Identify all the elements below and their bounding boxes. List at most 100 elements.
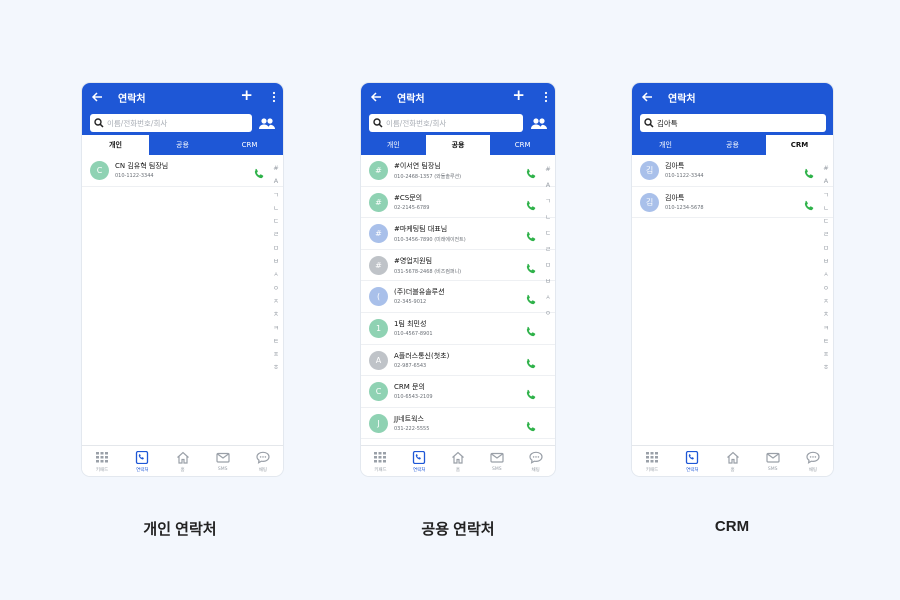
index-letter[interactable]: ㅍ: [273, 349, 279, 360]
contact-row[interactable]: C CRM 문의 010-6543-2109: [361, 376, 555, 408]
nav-item-chat[interactable]: 채팅: [516, 446, 555, 476]
back-arrow-icon[interactable]: [90, 90, 104, 104]
index-letter[interactable]: ㅁ: [545, 261, 551, 269]
index-letter[interactable]: ㄷ: [823, 216, 829, 227]
index-letter[interactable]: #: [545, 165, 550, 173]
index-letter[interactable]: ㄷ: [545, 229, 551, 237]
alphabet-index[interactable]: # A ㄱㄴㄷㄹㅁㅂㅅㅇ: [541, 155, 555, 445]
more-menu-icon[interactable]: [271, 91, 277, 103]
index-letter[interactable]: ㅌ: [273, 336, 279, 347]
index-letter[interactable]: ㄱ: [545, 197, 551, 205]
nav-item-keypad[interactable]: 키패드: [361, 446, 400, 476]
index-letter[interactable]: #: [273, 163, 278, 174]
call-icon[interactable]: [525, 291, 537, 305]
index-letter[interactable]: ㄹ: [823, 229, 829, 240]
add-contact-button[interactable]: +: [512, 88, 525, 103]
index-letter[interactable]: ㅈ: [823, 296, 829, 307]
index-letter[interactable]: ㅍ: [823, 349, 829, 360]
call-icon[interactable]: [803, 197, 815, 210]
contact-row[interactable]: # #CS문의 02-2145-6789: [361, 187, 555, 219]
index-letter[interactable]: ㅂ: [545, 277, 551, 285]
tab-personal[interactable]: 개인: [82, 135, 149, 155]
index-letter[interactable]: ㅈ: [273, 296, 279, 307]
tab-crm[interactable]: CRM: [766, 135, 833, 155]
group-contacts-icon[interactable]: [531, 117, 547, 130]
contact-row[interactable]: # #영업지원팀 031-5678-2468 (비즈컴퍼니): [361, 250, 555, 282]
contact-row[interactable]: C CN 김유혁 팀장님 010-1122-3344: [82, 155, 283, 187]
index-letter[interactable]: ㄷ: [273, 216, 279, 227]
index-letter[interactable]: A: [824, 176, 828, 187]
index-letter[interactable]: ㄴ: [273, 203, 279, 214]
contact-row[interactable]: J JJ네트웍스 031-222-5555: [361, 408, 555, 440]
index-letter[interactable]: ㄱ: [273, 190, 279, 201]
index-letter[interactable]: #: [823, 163, 828, 174]
contact-row[interactable]: 김 김아특 010-1122-3344: [632, 155, 833, 187]
index-letter[interactable]: ㅂ: [273, 256, 279, 267]
contact-row[interactable]: ((주)더블유솔루션 02-345-9012: [361, 281, 555, 313]
nav-item-home[interactable]: 홈: [439, 446, 478, 476]
index-letter[interactable]: ㅇ: [545, 309, 551, 317]
call-icon[interactable]: [525, 418, 537, 431]
index-letter[interactable]: ㅁ: [273, 243, 279, 254]
nav-item-contacts[interactable]: 연락처: [122, 446, 162, 476]
search-input[interactable]: [657, 114, 787, 132]
index-letter[interactable]: ㅌ: [823, 336, 829, 347]
index-letter[interactable]: ㅇ: [823, 283, 829, 294]
tab-personal[interactable]: 개인: [361, 135, 426, 155]
index-letter[interactable]: A: [546, 181, 550, 189]
index-letter[interactable]: ㅎ: [273, 362, 279, 373]
search-input[interactable]: [107, 114, 237, 132]
tab-public[interactable]: 공용: [425, 135, 491, 155]
nav-item-contacts[interactable]: 연락처: [672, 446, 712, 476]
call-icon[interactable]: [525, 355, 537, 368]
index-letter[interactable]: ㅁ: [823, 243, 829, 254]
index-letter[interactable]: ㅅ: [823, 269, 829, 280]
back-arrow-icon[interactable]: [369, 90, 383, 104]
tab-personal[interactable]: 개인: [632, 135, 699, 155]
alphabet-index[interactable]: # A ㄱㄴㄷㄹㅁㅂㅅㅇㅈㅊㅋㅌㅍㅎ: [269, 155, 283, 445]
call-icon[interactable]: [525, 323, 537, 337]
nav-item-chat[interactable]: 채팅: [793, 446, 833, 476]
index-letter[interactable]: ㅎ: [823, 362, 829, 373]
nav-item-home[interactable]: 홈: [162, 446, 202, 476]
index-letter[interactable]: ㅋ: [273, 323, 279, 334]
index-letter[interactable]: ㅊ: [273, 309, 279, 320]
more-menu-icon[interactable]: [543, 91, 549, 103]
call-icon[interactable]: [803, 165, 815, 179]
call-icon[interactable]: [525, 386, 537, 400]
index-letter[interactable]: ㅊ: [823, 309, 829, 320]
index-letter[interactable]: ㄹ: [273, 229, 279, 240]
index-letter[interactable]: ㅂ: [823, 256, 829, 267]
index-letter[interactable]: ㅇ: [273, 283, 279, 294]
call-icon[interactable]: [525, 165, 537, 179]
tab-crm[interactable]: CRM: [216, 135, 283, 155]
index-letter[interactable]: ㅅ: [273, 269, 279, 280]
add-contact-button[interactable]: +: [240, 88, 253, 103]
group-contacts-icon[interactable]: [259, 117, 275, 130]
index-letter[interactable]: ㄱ: [823, 190, 829, 201]
tab-crm[interactable]: CRM: [490, 135, 555, 155]
call-icon[interactable]: [253, 165, 265, 179]
back-arrow-icon[interactable]: [640, 90, 654, 104]
nav-item-keypad[interactable]: 키패드: [82, 446, 122, 476]
contact-row[interactable]: 1 1팀 최민성 010-4567-8901: [361, 313, 555, 345]
contact-row[interactable]: A A플러스통신(첫초) 02-987-6543: [361, 345, 555, 377]
nav-item-sms[interactable]: SMS: [753, 446, 793, 476]
index-letter[interactable]: ㅋ: [823, 323, 829, 334]
index-letter[interactable]: A: [274, 176, 278, 187]
call-icon[interactable]: [525, 260, 537, 273]
search-input[interactable]: [386, 114, 516, 132]
contact-row[interactable]: # #마케팅팀 대표님 010-3456-7890 (미래에이전트): [361, 218, 555, 250]
nav-item-contacts[interactable]: 연락처: [400, 446, 439, 476]
call-icon[interactable]: [525, 197, 537, 210]
contact-row[interactable]: 김 김아특 010-1234-5678: [632, 187, 833, 219]
contact-row[interactable]: # #이서연 팀장님 010-2468-1357 (와돌솔루션): [361, 155, 555, 187]
nav-item-chat[interactable]: 채팅: [243, 446, 283, 476]
tab-public[interactable]: 공용: [149, 135, 216, 155]
index-letter[interactable]: ㄹ: [545, 245, 551, 253]
index-letter[interactable]: ㄴ: [545, 213, 551, 221]
tab-public[interactable]: 공용: [699, 135, 766, 155]
index-letter[interactable]: ㄴ: [823, 203, 829, 214]
nav-item-sms[interactable]: SMS: [203, 446, 243, 476]
nav-item-keypad[interactable]: 키패드: [632, 446, 672, 476]
